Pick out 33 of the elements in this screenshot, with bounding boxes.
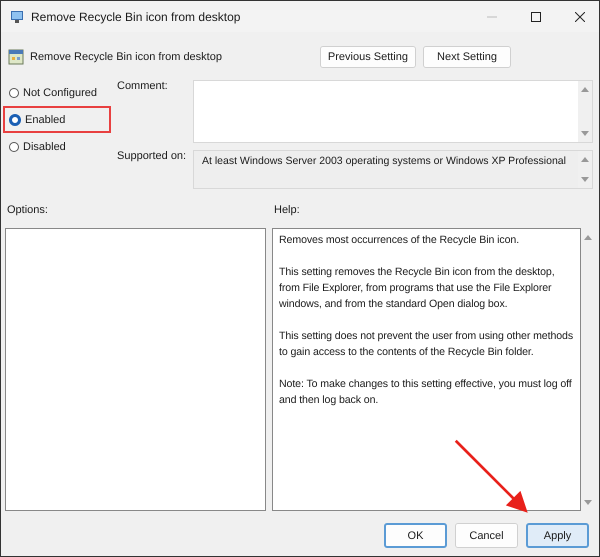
dialog-button[interactable]: OK bbox=[384, 523, 447, 548]
radio-label[interactable]: Not Configured bbox=[23, 86, 97, 98]
radio-label[interactable]: Disabled bbox=[23, 140, 66, 152]
setting-title: Remove Recycle Bin icon from desktop bbox=[30, 51, 222, 63]
radio-label[interactable]: Enabled bbox=[25, 114, 66, 126]
comment-field[interactable] bbox=[193, 80, 593, 143]
scroll-up-icon[interactable] bbox=[584, 235, 592, 240]
help-paragraph: This setting removes the Recycle Bin icon from the desktop, from File Explorer, from programs that use the File Explorer windows, and from the standard Open dialog box. bbox=[279, 265, 556, 312]
scroll-down-icon[interactable] bbox=[584, 500, 592, 505]
supported-text: At least Windows Server 2003 operating systems or Windows XP Professional bbox=[202, 155, 566, 167]
maximize-icon[interactable] bbox=[531, 12, 541, 22]
dialog-button[interactable]: Apply bbox=[526, 523, 589, 548]
window-title: Remove Recycle Bin icon from desktop bbox=[31, 10, 240, 24]
monitor-icon bbox=[9, 8, 25, 24]
help-paragraph: Note: To make changes to this setting effective, you must log off and then log back on. bbox=[279, 377, 573, 408]
scroll-down-icon[interactable] bbox=[581, 177, 589, 182]
radio-button[interactable] bbox=[9, 142, 19, 152]
nav-button[interactable]: Previous Setting bbox=[320, 46, 416, 68]
field-label: Comment: bbox=[116, 80, 169, 94]
section-label: Help: bbox=[274, 204, 300, 216]
dialog-button[interactable]: Cancel bbox=[455, 523, 518, 548]
scroll-down-icon[interactable] bbox=[581, 131, 589, 136]
help-paragraph: This setting does not prevent the user from using other methods to gain access to the contents of the Recycle Bin folder. bbox=[279, 329, 574, 360]
close-icon[interactable] bbox=[575, 12, 585, 22]
scroll-up-icon[interactable] bbox=[581, 157, 589, 162]
scroll-up-icon[interactable] bbox=[581, 87, 589, 92]
section-label: Options: bbox=[7, 204, 49, 216]
field-label: Supported on: bbox=[116, 150, 188, 164]
radio-button[interactable] bbox=[9, 88, 19, 98]
radio-button[interactable] bbox=[9, 114, 21, 126]
help-paragraph: Removes most occurrences of the Recycle Bin icon. bbox=[279, 233, 520, 248]
settings-icon bbox=[8, 49, 24, 65]
nav-button[interactable]: Next Setting bbox=[423, 46, 511, 68]
